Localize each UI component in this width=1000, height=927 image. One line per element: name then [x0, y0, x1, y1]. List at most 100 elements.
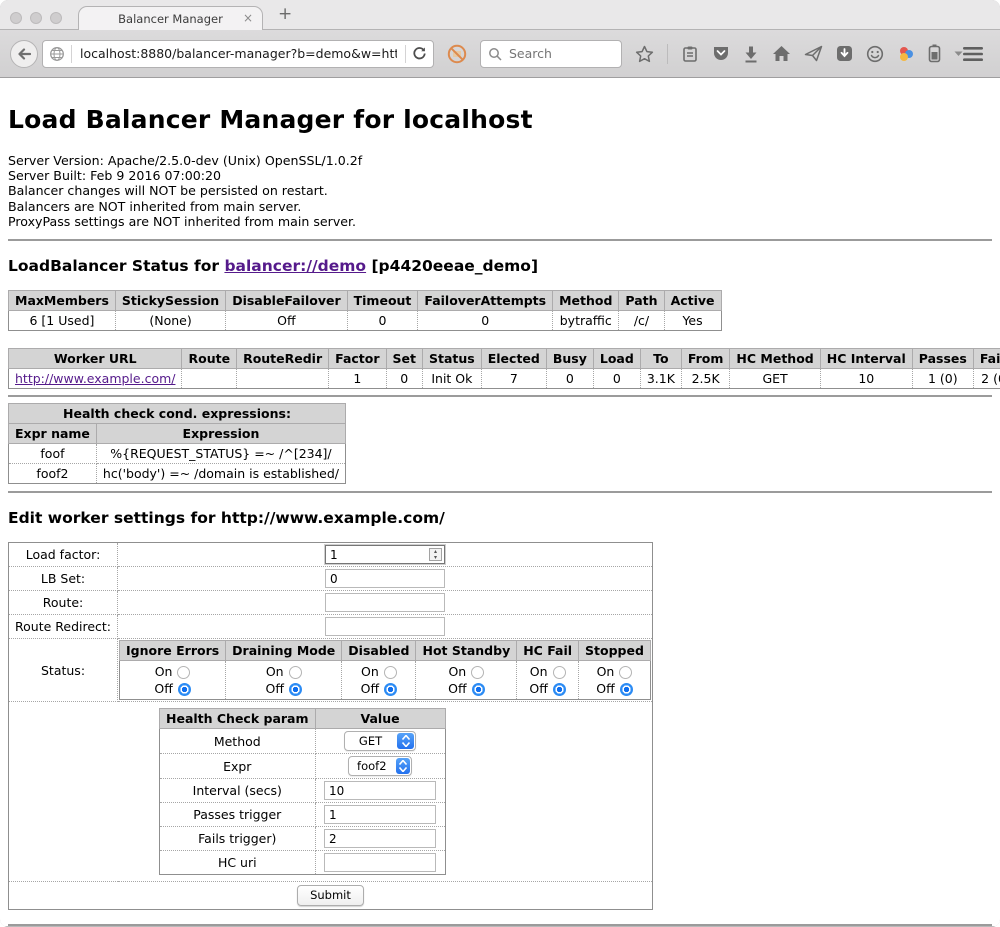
load-factor-input[interactable] [325, 545, 445, 564]
home-icon[interactable] [772, 45, 791, 62]
back-button[interactable] [10, 40, 38, 68]
col-ignore-errors: Ignore Errors [120, 641, 226, 661]
page-content: Load Balancer Manager for localhost Serv… [0, 78, 1000, 926]
cell-expr-name: foof2 [9, 464, 97, 484]
status-cell-hot-standby: On Off [416, 661, 517, 700]
url-bar[interactable] [42, 40, 434, 68]
cell-method: bytraffic [553, 311, 619, 331]
cell-elected: 7 [481, 369, 546, 389]
cell-disablefailover: Off [226, 311, 347, 331]
col-factor: Factor [329, 349, 386, 369]
cell-active: Yes [664, 311, 721, 331]
browser-window: Balancer Manager × + [0, 0, 1000, 927]
pocket-icon[interactable] [712, 45, 730, 62]
form-row-load-factor: Load factor: ▴▾ [9, 543, 653, 567]
status-off-radio[interactable] [620, 683, 633, 696]
route-redirect-input[interactable] [325, 617, 445, 636]
table-header-row: Health Check param Value [160, 709, 446, 729]
submit-button[interactable]: Submit [297, 885, 364, 906]
address-input[interactable] [78, 45, 399, 62]
status-off-radio[interactable] [384, 683, 397, 696]
cell-routeredir [237, 369, 329, 389]
reload-icon[interactable] [412, 46, 427, 61]
cell-hc-method: GET [730, 369, 820, 389]
cell-stickysession: (None) [115, 311, 225, 331]
search-bar[interactable] [480, 40, 622, 68]
hc-passes-input[interactable] [324, 805, 436, 824]
status-cell-disabled: On Off [342, 661, 416, 700]
cell-load: 0 [593, 369, 640, 389]
status-off-radio[interactable] [289, 683, 302, 696]
toolbar-divider [667, 44, 668, 64]
form-row-route: Route: [9, 591, 653, 615]
search-input[interactable] [507, 45, 614, 62]
status-on-radio[interactable] [471, 666, 484, 679]
cell-to: 3.1K [640, 369, 681, 389]
search-icon [488, 47, 502, 61]
cell-expression: hc('body') =~ /domain is established/ [96, 464, 345, 484]
colored-dots-extension-icon[interactable] [897, 45, 915, 63]
lb-set-label: LB Set: [9, 567, 118, 591]
balancer-status-heading: LoadBalancer Status for balancer://demo … [8, 257, 992, 275]
status-on-radio[interactable] [384, 666, 397, 679]
menu-icon[interactable] [963, 47, 983, 61]
window-minimize-button[interactable] [30, 12, 42, 24]
col-status: Status [423, 349, 482, 369]
downloads-icon[interactable] [743, 45, 759, 63]
status-off-radio[interactable] [472, 683, 485, 696]
form-row-submit: Submit [9, 882, 653, 910]
cell-factor: 1 [329, 369, 386, 389]
col-maxmembers: MaxMembers [9, 291, 116, 311]
status-on-radio[interactable] [553, 666, 566, 679]
hc-expr-select[interactable]: foof2 [348, 756, 412, 776]
hc-row-interval: Interval (secs) [160, 779, 446, 803]
balancer-demo-link[interactable]: balancer://demo [224, 257, 366, 275]
on-label: On [530, 664, 548, 679]
status-cell-draining-mode: On Off [226, 661, 342, 700]
window-controls [10, 12, 62, 24]
col-hc-interval: HC Interval [820, 349, 912, 369]
server-version-line: Server Version: Apache/2.5.0-dev (Unix) … [8, 153, 362, 168]
hc-fails-input[interactable] [324, 829, 436, 848]
server-built-line: Server Built: Feb 9 2016 07:00:20 [8, 168, 221, 183]
hc-interval-input[interactable] [324, 781, 436, 800]
save-page-icon[interactable] [836, 45, 853, 62]
tab-close-icon[interactable]: × [243, 11, 253, 25]
route-input[interactable] [325, 593, 445, 612]
hc-uri-input[interactable] [324, 853, 436, 872]
status-on-radio[interactable] [289, 666, 302, 679]
plugin-block-icon[interactable] [446, 43, 468, 65]
tab-title: Balancer Manager [118, 12, 223, 26]
status-cell-stopped: On Off [579, 661, 651, 700]
col-set: Set [386, 349, 422, 369]
dropdown-caret-icon[interactable] [954, 51, 963, 57]
new-tab-button[interactable]: + [278, 4, 292, 24]
col-routeredir: RouteRedir [237, 349, 329, 369]
reading-list-icon[interactable] [681, 45, 699, 63]
table-header-row: Expr name Expression [9, 424, 346, 444]
table-header-row: MaxMembers StickySession DisableFailover… [9, 291, 722, 311]
status-on-radio[interactable] [177, 666, 190, 679]
emoji-icon[interactable] [866, 45, 884, 63]
worker-url-link[interactable]: http://www.example.com/ [15, 371, 175, 386]
number-stepper-icon[interactable]: ▴▾ [429, 548, 442, 561]
worker-status-table: Worker URL Route RouteRedir Factor Set S… [8, 348, 1000, 389]
status-off-radio[interactable] [178, 683, 191, 696]
tab-balancer-manager[interactable]: Balancer Manager × [78, 6, 263, 30]
col-to: To [640, 349, 681, 369]
col-busy: Busy [546, 349, 593, 369]
divider [8, 924, 992, 926]
lb-set-input[interactable] [325, 569, 445, 588]
window-close-button[interactable] [10, 12, 22, 24]
battery-icon[interactable] [928, 44, 941, 63]
col-expression: Expression [96, 424, 345, 444]
send-icon[interactable] [804, 45, 823, 62]
window-zoom-button[interactable] [50, 12, 62, 24]
col-method: Method [553, 291, 619, 311]
form-row-status: Status: Ignore Errors Draining Mode Disa… [9, 639, 653, 702]
bookmark-star-icon[interactable] [635, 45, 654, 63]
status-off-radio[interactable] [553, 683, 566, 696]
status-on-radio[interactable] [619, 666, 632, 679]
col-load: Load [593, 349, 640, 369]
hc-method-select[interactable]: GET [344, 731, 416, 751]
